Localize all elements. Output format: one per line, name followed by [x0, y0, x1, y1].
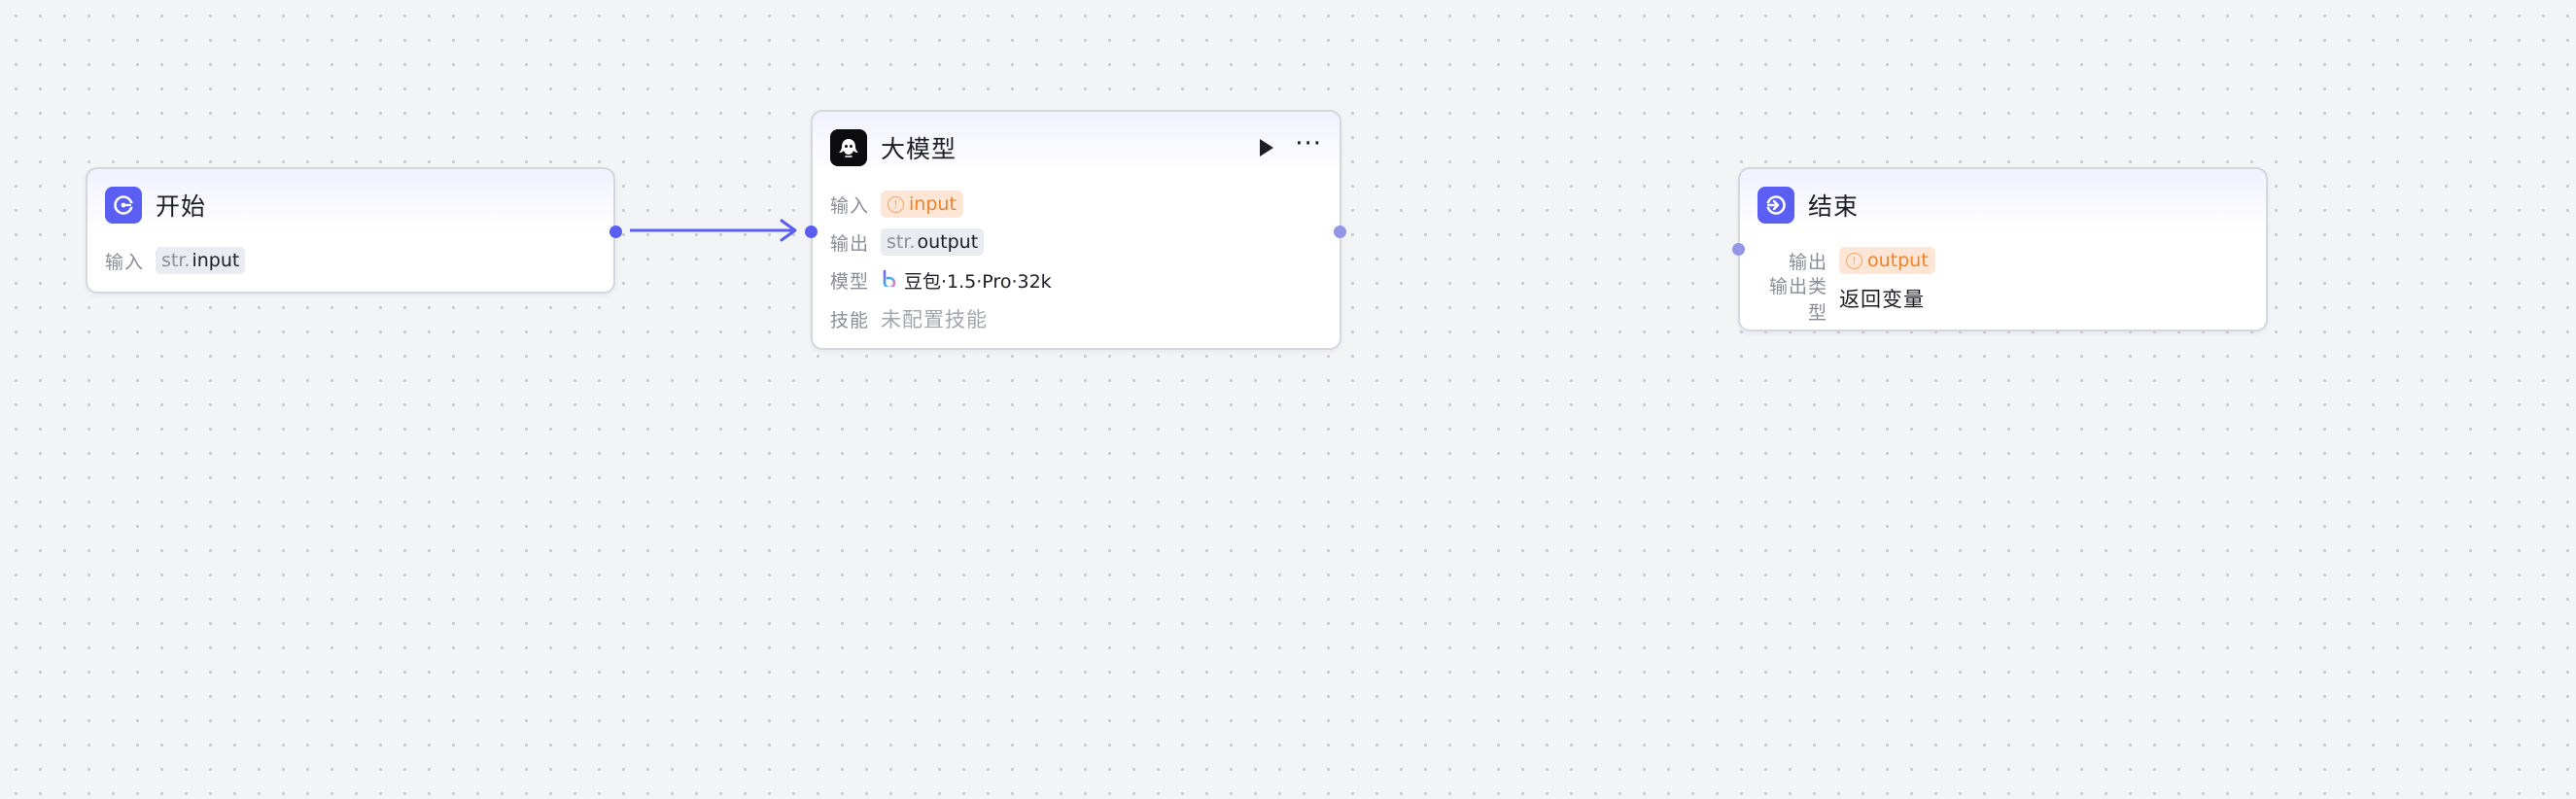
start-input-tag[interactable]: str. input	[156, 247, 246, 274]
llm-input-label: 输入	[830, 194, 870, 217]
end-output-type-value: 返回变量	[1839, 288, 1925, 311]
start-input-label: 输入	[105, 251, 145, 273]
llm-model-label: 模型	[830, 270, 870, 293]
variable-name: input	[191, 250, 240, 271]
start-input-row: 输入 str. input	[105, 245, 246, 276]
end-icon	[1758, 187, 1794, 224]
llm-model-value[interactable]: 豆包·1.5·Pro·32k	[881, 267, 1052, 294]
start-icon	[105, 187, 142, 224]
more-icon[interactable]: ···	[1295, 131, 1322, 156]
start-node-header: 开始	[105, 187, 206, 224]
llm-node-header: 大模型	[830, 129, 957, 166]
end-output-type-row: 输出类型 返回变量	[1758, 276, 1925, 324]
end-output-ref-tag[interactable]: ! output	[1839, 247, 1935, 274]
type-prefix: str.	[161, 250, 191, 271]
ref-variable-name: output	[1867, 250, 1929, 271]
end-output-label: 输出	[1788, 251, 1828, 273]
end-node-title: 结束	[1808, 192, 1860, 221]
end-node[interactable]: 结束 输出 ! output 输出类型 返回变量	[1732, 167, 2268, 331]
llm-output-port[interactable]	[1334, 226, 1346, 238]
reference-icon: !	[888, 195, 905, 213]
llm-icon	[830, 129, 867, 166]
llm-input-ref-tag[interactable]: ! input	[881, 191, 963, 218]
llm-input-port[interactable]	[805, 226, 818, 238]
end-node-header: 结束	[1758, 187, 1859, 224]
llm-skills-label: 技能	[830, 309, 870, 331]
llm-output-row: 输出 str. output	[830, 226, 985, 258]
reference-icon: !	[1846, 252, 1862, 269]
ref-variable-name: input	[909, 193, 957, 215]
llm-node-actions: ···	[1258, 129, 1322, 166]
llm-skills-value: 未配置技能	[881, 308, 989, 331]
end-output-type-label: 输出类型	[1768, 276, 1828, 324]
type-prefix: str.	[887, 231, 916, 253]
llm-skills-row: 技能 未配置技能	[830, 303, 988, 334]
play-icon[interactable]	[1258, 138, 1275, 157]
variable-name: output	[917, 231, 979, 253]
model-name: 豆包·1.5·Pro·32k	[904, 270, 1052, 293]
start-node[interactable]: 开始 输入 str. input	[86, 167, 622, 294]
start-node-title: 开始	[156, 192, 207, 221]
llm-node[interactable]: 大模型 ··· 输入 ! input 输出 str. output 模型 豆包·…	[805, 110, 1346, 350]
start-output-port[interactable]	[609, 226, 622, 238]
llm-model-row: 模型 豆包·1.5·Pro·32k	[830, 264, 1052, 295]
llm-output-label: 输出	[830, 232, 870, 255]
workflow-canvas[interactable]: 开始 输入 str. input 大模型 ··· 输入 ! input 输出 s…	[0, 0, 2576, 799]
llm-node-title: 大模型	[881, 135, 957, 163]
end-input-port[interactable]	[1732, 243, 1745, 256]
doubao-icon	[881, 269, 896, 292]
llm-output-tag[interactable]: str. output	[881, 228, 985, 256]
llm-input-row: 输入 ! input	[830, 189, 963, 220]
